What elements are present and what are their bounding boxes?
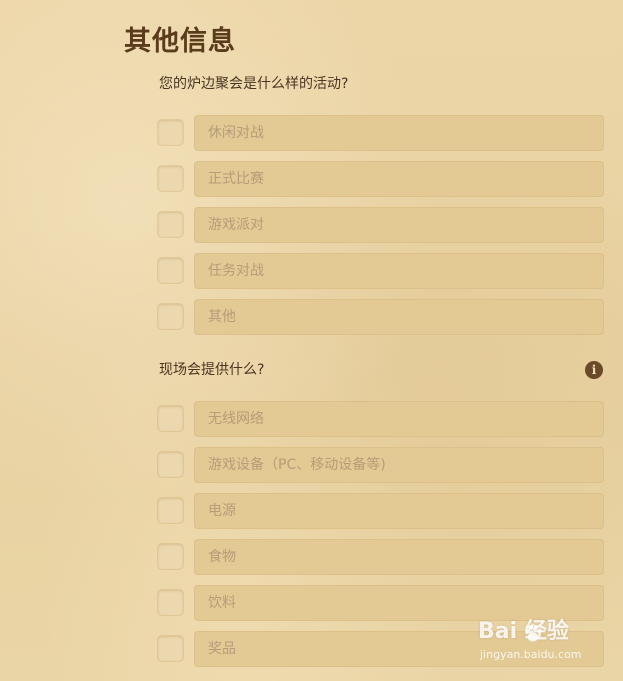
- option-label: 其他: [208, 309, 236, 325]
- option-power: 电源: [158, 493, 604, 529]
- checkbox[interactable]: [158, 120, 183, 145]
- question-activity-type: 您的炉边聚会是什么样的活动?: [159, 76, 349, 92]
- option-button[interactable]: 食物: [194, 539, 604, 575]
- checkbox[interactable]: [158, 258, 183, 283]
- option-food: 食物: [158, 539, 604, 575]
- paw-icon: [525, 624, 542, 642]
- option-button[interactable]: 电源: [194, 493, 604, 529]
- option-label: 无线网络: [208, 411, 264, 427]
- option-button[interactable]: 休闲对战: [194, 115, 604, 151]
- option-other: 其他: [158, 299, 604, 335]
- question-provided-amenities: 现场会提供什么?: [159, 362, 265, 378]
- option-game-party: 游戏派对: [158, 207, 604, 243]
- watermark-url: jingyan.baidu.com: [480, 648, 582, 661]
- checkbox[interactable]: [158, 498, 183, 523]
- checkbox[interactable]: [158, 636, 183, 661]
- option-wifi: 无线网络: [158, 401, 604, 437]
- activity-type-options: 休闲对战 正式比赛 游戏派对 任务对战 其他: [158, 115, 604, 345]
- checkbox[interactable]: [158, 406, 183, 431]
- option-button[interactable]: 游戏派对: [194, 207, 604, 243]
- option-button[interactable]: 其他: [194, 299, 604, 335]
- checkbox[interactable]: [158, 304, 183, 329]
- option-label: 任务对战: [208, 263, 264, 279]
- section-title: 其他信息: [124, 26, 236, 57]
- option-quest-battle: 任务对战: [158, 253, 604, 289]
- checkbox[interactable]: [158, 590, 183, 615]
- option-drinks: 饮料: [158, 585, 604, 621]
- option-label: 电源: [208, 503, 236, 519]
- option-button[interactable]: 无线网络: [194, 401, 604, 437]
- option-gaming-devices: 游戏设备（PC、移动设备等): [158, 447, 604, 483]
- option-casual-battle: 休闲对战: [158, 115, 604, 151]
- option-button[interactable]: 任务对战: [194, 253, 604, 289]
- option-button[interactable]: 正式比赛: [194, 161, 604, 197]
- option-label: 饮料: [208, 595, 236, 611]
- checkbox[interactable]: [158, 212, 183, 237]
- option-button[interactable]: 饮料: [194, 585, 604, 621]
- option-label: 正式比赛: [208, 171, 264, 187]
- checkbox[interactable]: [158, 544, 183, 569]
- option-label: 休闲对战: [208, 125, 264, 141]
- checkbox[interactable]: [158, 166, 183, 191]
- option-formal-tournament: 正式比赛: [158, 161, 604, 197]
- checkbox[interactable]: [158, 452, 183, 477]
- option-button[interactable]: 游戏设备（PC、移动设备等): [194, 447, 604, 483]
- option-label: 奖品: [208, 641, 236, 657]
- baidu-jingyan-watermark: Bai 经验 jingyan.baidu.com: [478, 618, 618, 668]
- option-label: 游戏派对: [208, 217, 264, 233]
- option-label: 食物: [208, 549, 236, 565]
- info-icon[interactable]: i: [585, 361, 603, 379]
- option-label: 游戏设备（PC、移动设备等): [208, 457, 386, 473]
